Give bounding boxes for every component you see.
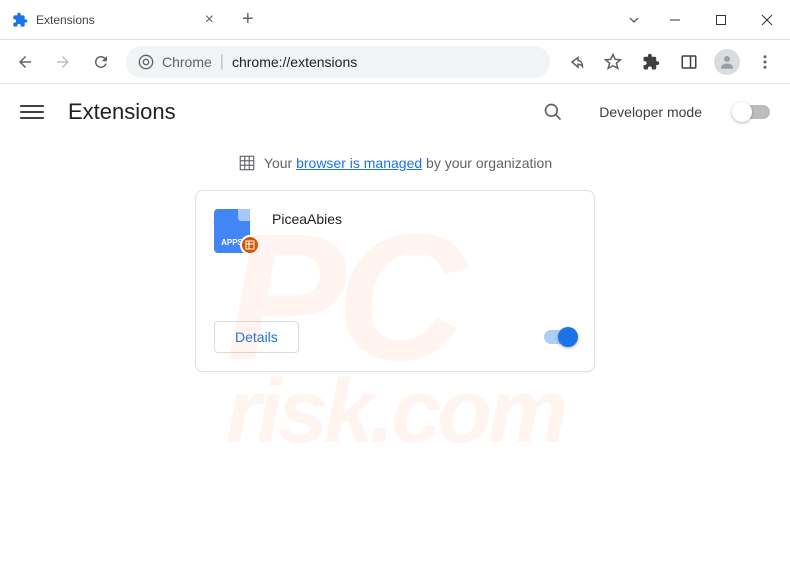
extension-icon: APPS xyxy=(214,209,254,249)
url-scheme-label: Chrome xyxy=(162,54,212,70)
extensions-puzzle-icon[interactable] xyxy=(634,45,668,79)
chevron-down-icon[interactable] xyxy=(616,0,652,39)
close-tab-icon[interactable]: × xyxy=(201,11,218,29)
extensions-header: Extensions Developer mode xyxy=(0,84,790,140)
address-bar[interactable]: Chrome | chrome://extensions xyxy=(126,46,550,78)
watermark-line2: risk.com xyxy=(226,361,564,464)
extension-badge-icon xyxy=(240,235,260,255)
profile-avatar[interactable] xyxy=(710,45,744,79)
maximize-button[interactable] xyxy=(698,0,744,40)
developer-mode-label: Developer mode xyxy=(599,104,702,120)
extension-enable-toggle[interactable] xyxy=(544,330,576,344)
new-tab-button[interactable]: + xyxy=(230,0,266,39)
forward-button[interactable] xyxy=(46,45,80,79)
managed-link[interactable]: browser is managed xyxy=(296,155,422,171)
url-divider: | xyxy=(220,53,224,71)
extension-card: APPS PiceaAbies Details xyxy=(195,190,595,372)
managed-text: Your browser is managed by your organiza… xyxy=(264,155,552,171)
browser-toolbar: Chrome | chrome://extensions xyxy=(0,40,790,84)
side-panel-icon[interactable] xyxy=(672,45,706,79)
search-icon[interactable] xyxy=(543,102,563,122)
chrome-icon xyxy=(138,54,154,70)
url-text: chrome://extensions xyxy=(232,54,538,70)
extension-name: PiceaAbies xyxy=(272,211,342,309)
page-title: Extensions xyxy=(68,99,176,125)
hamburger-menu-icon[interactable] xyxy=(20,100,44,124)
organization-icon xyxy=(238,154,256,172)
managed-suffix: by your organization xyxy=(422,155,552,171)
developer-mode-toggle[interactable] xyxy=(734,105,770,119)
browser-tab[interactable]: Extensions × xyxy=(0,0,230,39)
details-button[interactable]: Details xyxy=(214,321,299,353)
puzzle-icon xyxy=(12,12,28,28)
close-window-button[interactable] xyxy=(744,0,790,40)
share-icon[interactable] xyxy=(558,45,592,79)
window-controls xyxy=(652,0,790,39)
minimize-button[interactable] xyxy=(652,0,698,40)
tab-title: Extensions xyxy=(36,13,201,27)
managed-banner: Your browser is managed by your organiza… xyxy=(0,140,790,190)
bookmark-star-icon[interactable] xyxy=(596,45,630,79)
reload-button[interactable] xyxy=(84,45,118,79)
kebab-menu-icon[interactable] xyxy=(748,45,782,79)
window-titlebar: Extensions × + xyxy=(0,0,790,40)
managed-prefix: Your xyxy=(264,155,296,171)
back-button[interactable] xyxy=(8,45,42,79)
